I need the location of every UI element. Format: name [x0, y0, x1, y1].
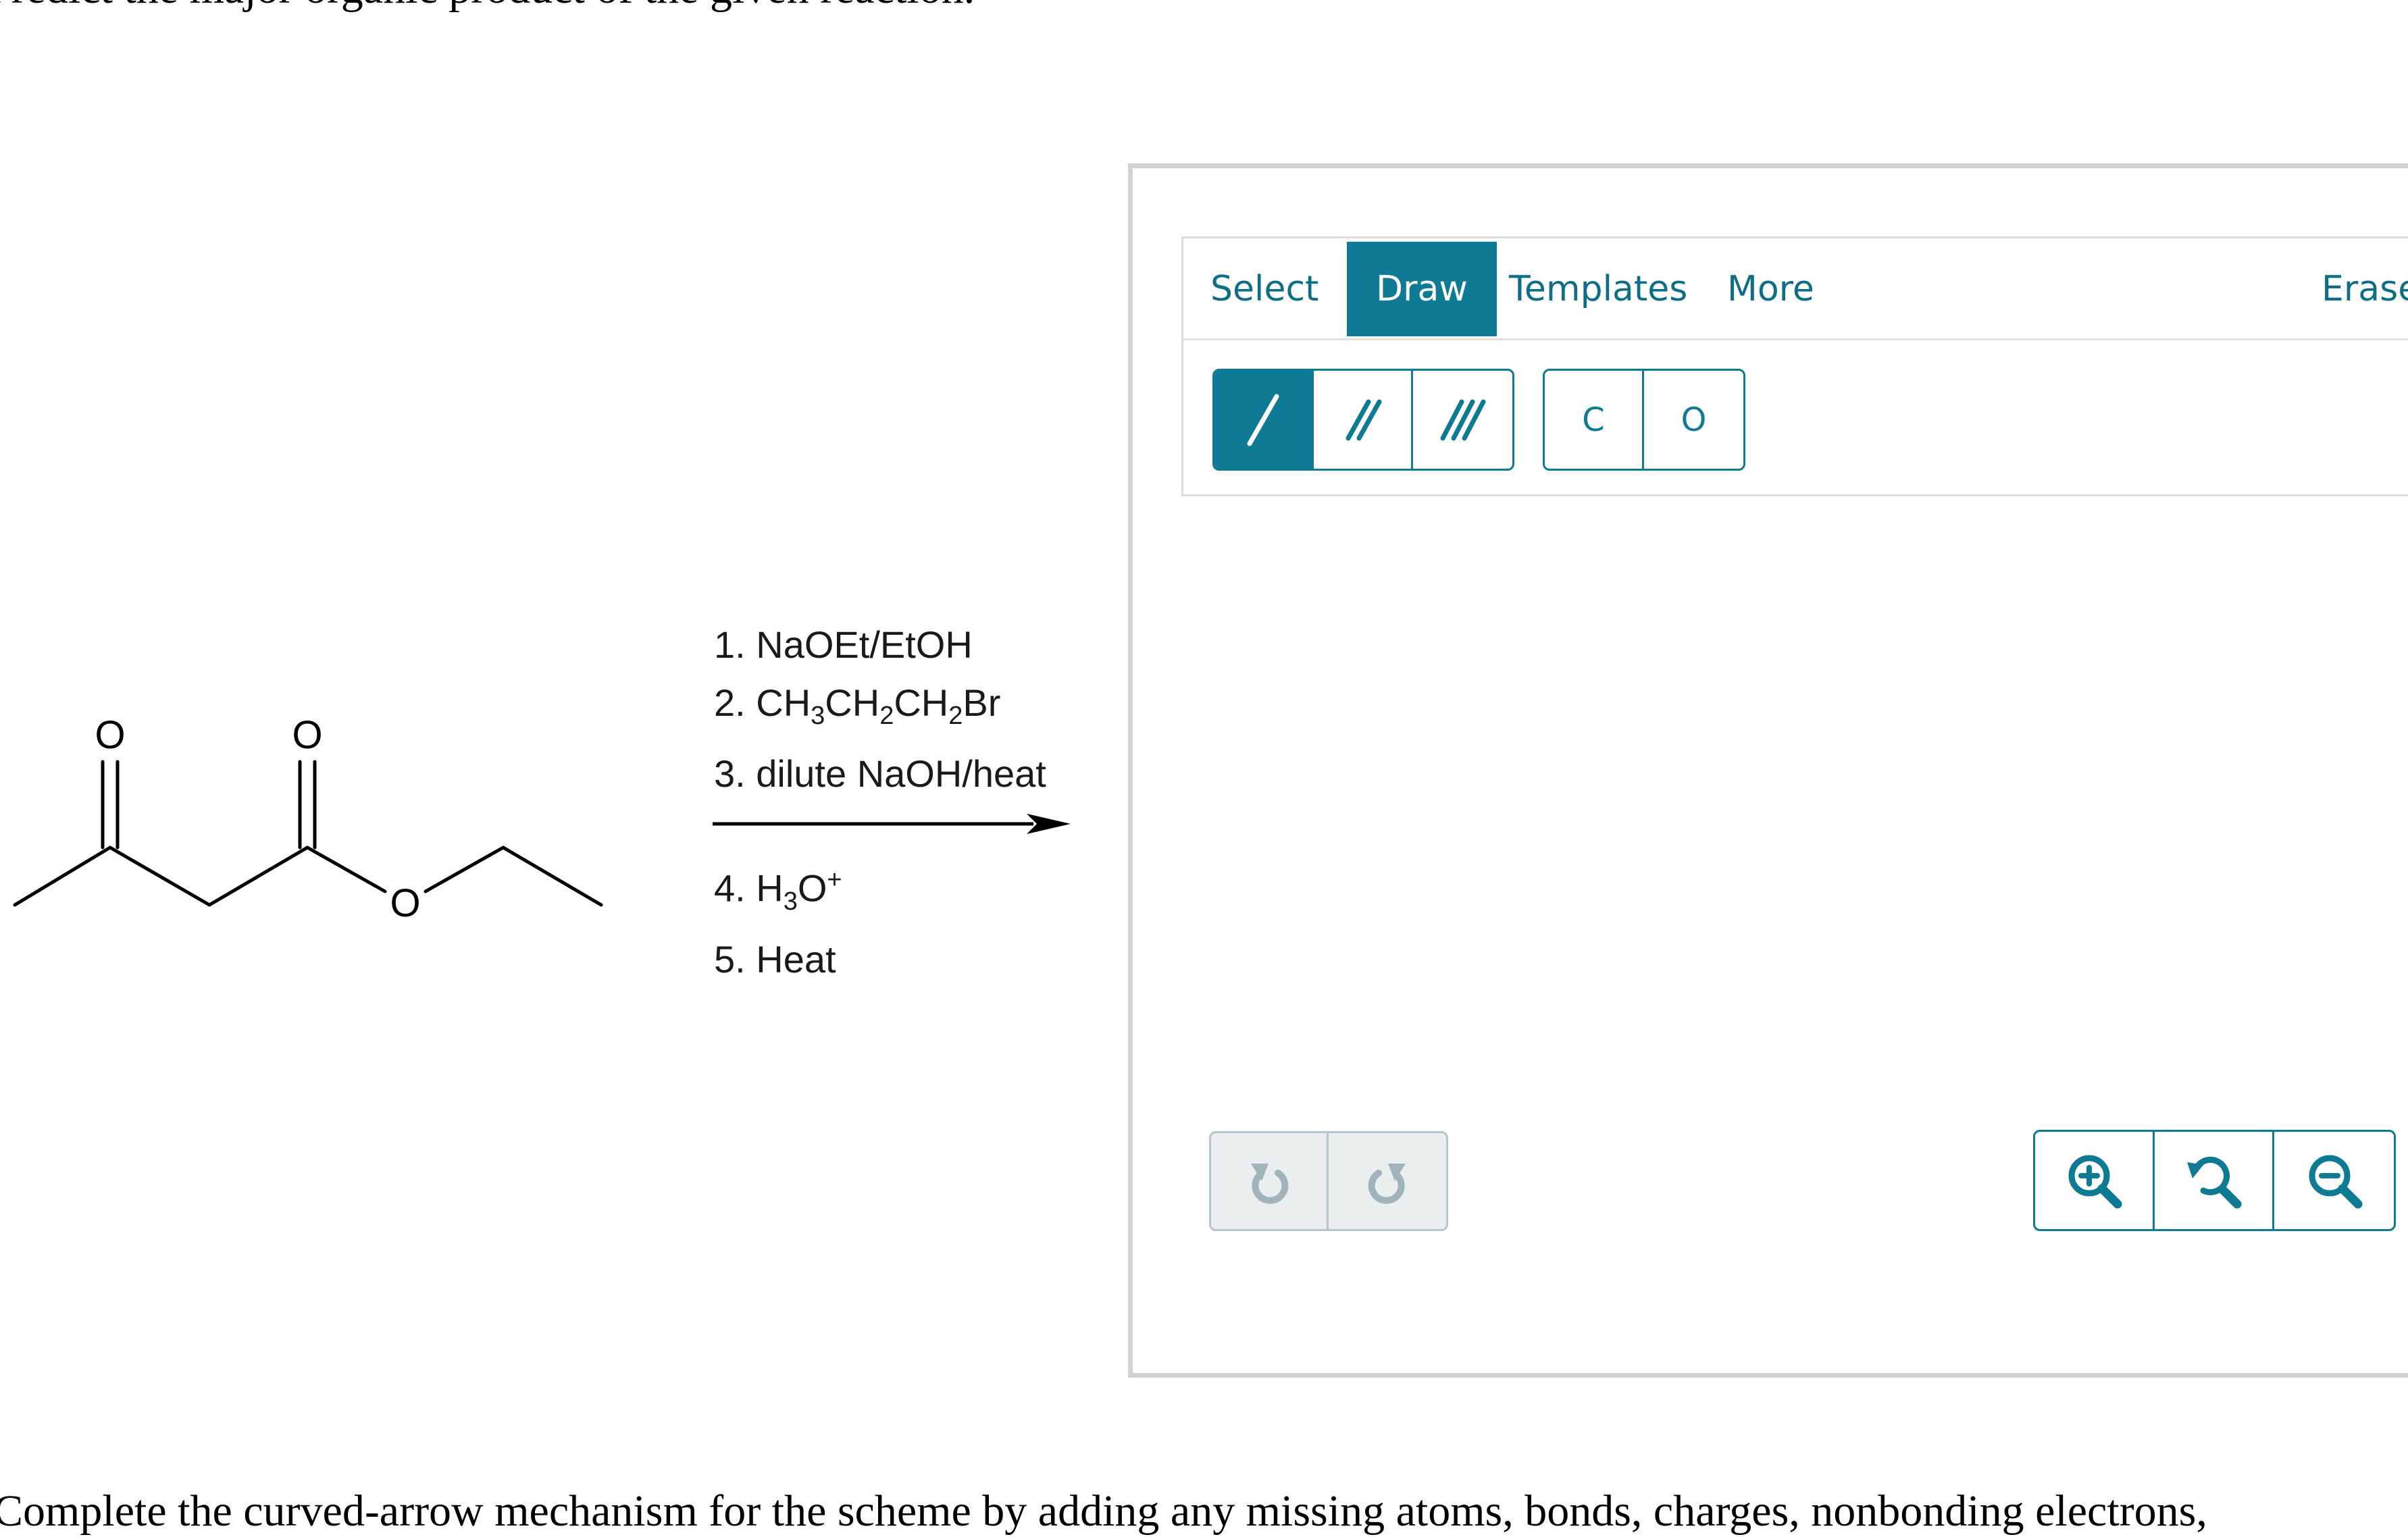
reactant-structure: O O O — [13, 713, 603, 925]
zoom-out-button[interactable] — [2274, 1132, 2394, 1229]
atom-tool-group: C O — [1543, 369, 1745, 471]
condition-step-1: 1. NaOEt/EtOH — [714, 623, 973, 666]
condition-step-2: 2. CH3CH2CH2Br — [714, 681, 1001, 731]
reaction-arrow — [713, 814, 1071, 834]
tab-templates[interactable]: Templates — [1509, 242, 1687, 336]
zoom-reset-icon — [2187, 1156, 2242, 1209]
single-bond-button[interactable] — [1214, 371, 1314, 469]
zoom-reset-button[interactable] — [2155, 1132, 2274, 1229]
condition-step-3: 3. dilute NaOH/heat — [714, 752, 1046, 796]
question-text: Predict the major organic product of the… — [0, 0, 975, 11]
zoom-tool-group — [2033, 1130, 2396, 1231]
condition-step-4: 4. H3O+ — [714, 866, 842, 916]
tab-divider — [1183, 338, 2408, 340]
double-bond-icon — [1346, 399, 1382, 440]
carbonyl-oxygen-label: O — [95, 713, 125, 757]
reaction-conditions-bottom: 4. H3O+ 5. Heat — [714, 851, 842, 989]
atom-carbon-button[interactable]: C — [1545, 371, 1644, 469]
sketcher-toolbar: Select Draw Templates More Erase C O — [1181, 236, 2408, 496]
atom-oxygen-button[interactable]: O — [1644, 371, 1743, 469]
redo-button[interactable] — [1329, 1133, 1446, 1229]
triple-bond-button[interactable] — [1413, 371, 1512, 469]
tab-erase[interactable]: Erase — [2322, 242, 2408, 336]
ester-oxygen-label: O — [390, 881, 420, 925]
condition-step-5: 5. Heat — [714, 937, 836, 981]
zoom-out-icon — [2309, 1155, 2362, 1209]
zoom-in-button[interactable] — [2035, 1132, 2155, 1229]
single-bond-icon — [1247, 394, 1279, 446]
tab-more[interactable]: More — [1727, 242, 1828, 336]
ester-carbonyl-oxygen-label: O — [292, 713, 322, 757]
redo-icon — [1368, 1164, 1406, 1204]
bond-tool-group — [1212, 369, 1514, 471]
undo-icon — [1250, 1164, 1288, 1204]
mechanism-instructions: Complete the curved-arrow mechanism for … — [0, 1486, 2207, 1536]
tab-select[interactable]: Select — [1210, 242, 1329, 336]
zoom-in-icon — [2068, 1155, 2122, 1209]
history-tool-group — [1209, 1131, 1448, 1231]
double-bond-button[interactable] — [1314, 371, 1413, 469]
reaction-conditions-top: 1. NaOEt/EtOH 2. CH3CH2CH2Br 3. dilute N… — [714, 616, 1046, 803]
undo-button[interactable] — [1211, 1133, 1329, 1229]
triple-bond-icon — [1440, 399, 1485, 440]
tab-draw[interactable]: Draw — [1347, 242, 1497, 336]
